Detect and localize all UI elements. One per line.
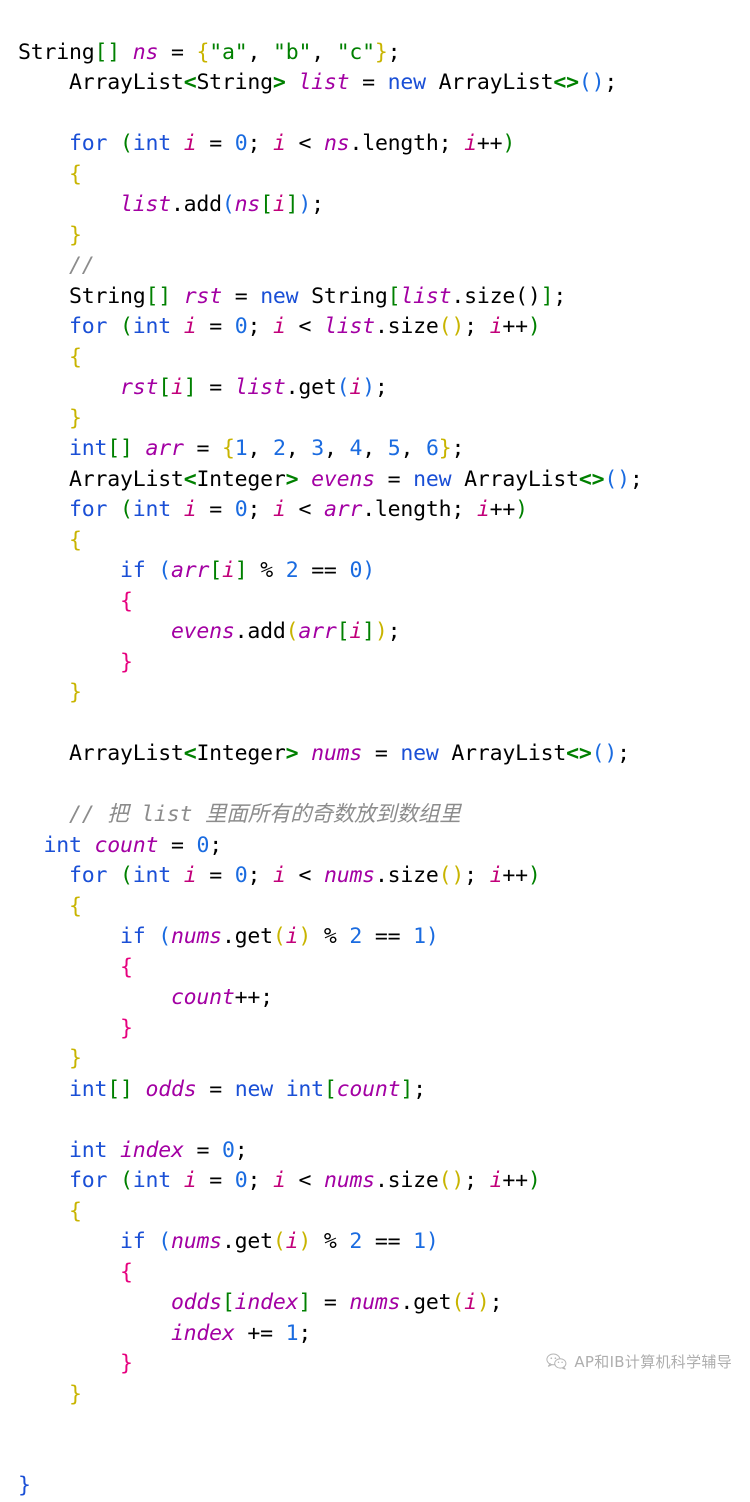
code-line: list.add(ns[i]);	[119, 192, 324, 217]
watermark-text: AP和IB计算机科学辅导	[574, 1353, 732, 1371]
code-line: String[] ns = {"a", "b", "c"};	[18, 39, 401, 65]
code-line: {	[68, 161, 82, 187]
code-screenshot-surface: String[] ns = {"a", "b", "c"}; ArrayList…	[0, 0, 750, 1498]
code-line: }	[68, 680, 82, 705]
code-line: for (int i = 0; i < nums.size(); i++)	[68, 1168, 541, 1193]
code-line: int[] arr = {1, 2, 3, 4, 5, 6};	[68, 436, 465, 461]
code-line: {	[68, 344, 82, 370]
code-line: for (int i = 0; i < ns.length; i++)	[68, 131, 516, 156]
code-line: {	[119, 588, 133, 614]
code-line: }	[68, 1381, 82, 1407]
code-line: }	[68, 1046, 82, 1071]
code-line: }	[119, 649, 133, 675]
code-line: rst[i] = list.get(i);	[119, 375, 388, 400]
code-line: {	[68, 1198, 82, 1224]
code-line: {	[68, 893, 82, 919]
code-line: index += 1;	[170, 1320, 312, 1346]
code-line: if (nums.get(i) % 2 == 1)	[119, 1229, 439, 1254]
code-line: }	[119, 1015, 133, 1041]
code-line: ArrayList<String> list = new ArrayList<>…	[68, 70, 618, 95]
code-line: evens.add(arr[i]);	[170, 619, 401, 644]
code-line: for (int i = 0; i < list.size(); i++)	[68, 314, 541, 339]
code-line: ArrayList<Integer> evens = new ArrayList…	[68, 466, 643, 492]
code-line: count++;	[170, 985, 273, 1010]
code-line: for (int i = 0; i < nums.size(); i++)	[68, 863, 541, 888]
wechat-icon	[546, 1353, 567, 1370]
code-line: int index = 0;	[68, 1137, 248, 1163]
code-line: //	[68, 253, 95, 278]
code-line: if (nums.get(i) % 2 == 1)	[119, 924, 439, 949]
code-line: String[] rst = new String[list.size()];	[68, 283, 567, 309]
code-line: }	[68, 222, 82, 248]
code-line: odds[index] = nums.get(i);	[170, 1290, 503, 1315]
code-line: int count = 0;	[43, 832, 223, 858]
code-line: }	[68, 405, 82, 431]
code-line: for (int i = 0; i < arr.length; i++)	[68, 497, 528, 522]
code-line: if (arr[i] % 2 == 0)	[119, 558, 375, 583]
code-line: {	[119, 954, 133, 980]
code-line: }	[18, 1473, 31, 1498]
code-line: {	[119, 1259, 133, 1285]
code-block: String[] ns = {"a", "b", "c"}; ArrayList…	[18, 38, 732, 1502]
code-line: ArrayList<Integer> nums = new ArrayList<…	[68, 741, 630, 766]
watermark: AP和IB计算机科学辅导	[546, 1351, 732, 1372]
code-line: int[] odds = new int[count];	[68, 1076, 426, 1102]
code-line: {	[68, 527, 82, 553]
code-line: // 把 list 里面所有的奇数放到数组里	[68, 802, 461, 827]
